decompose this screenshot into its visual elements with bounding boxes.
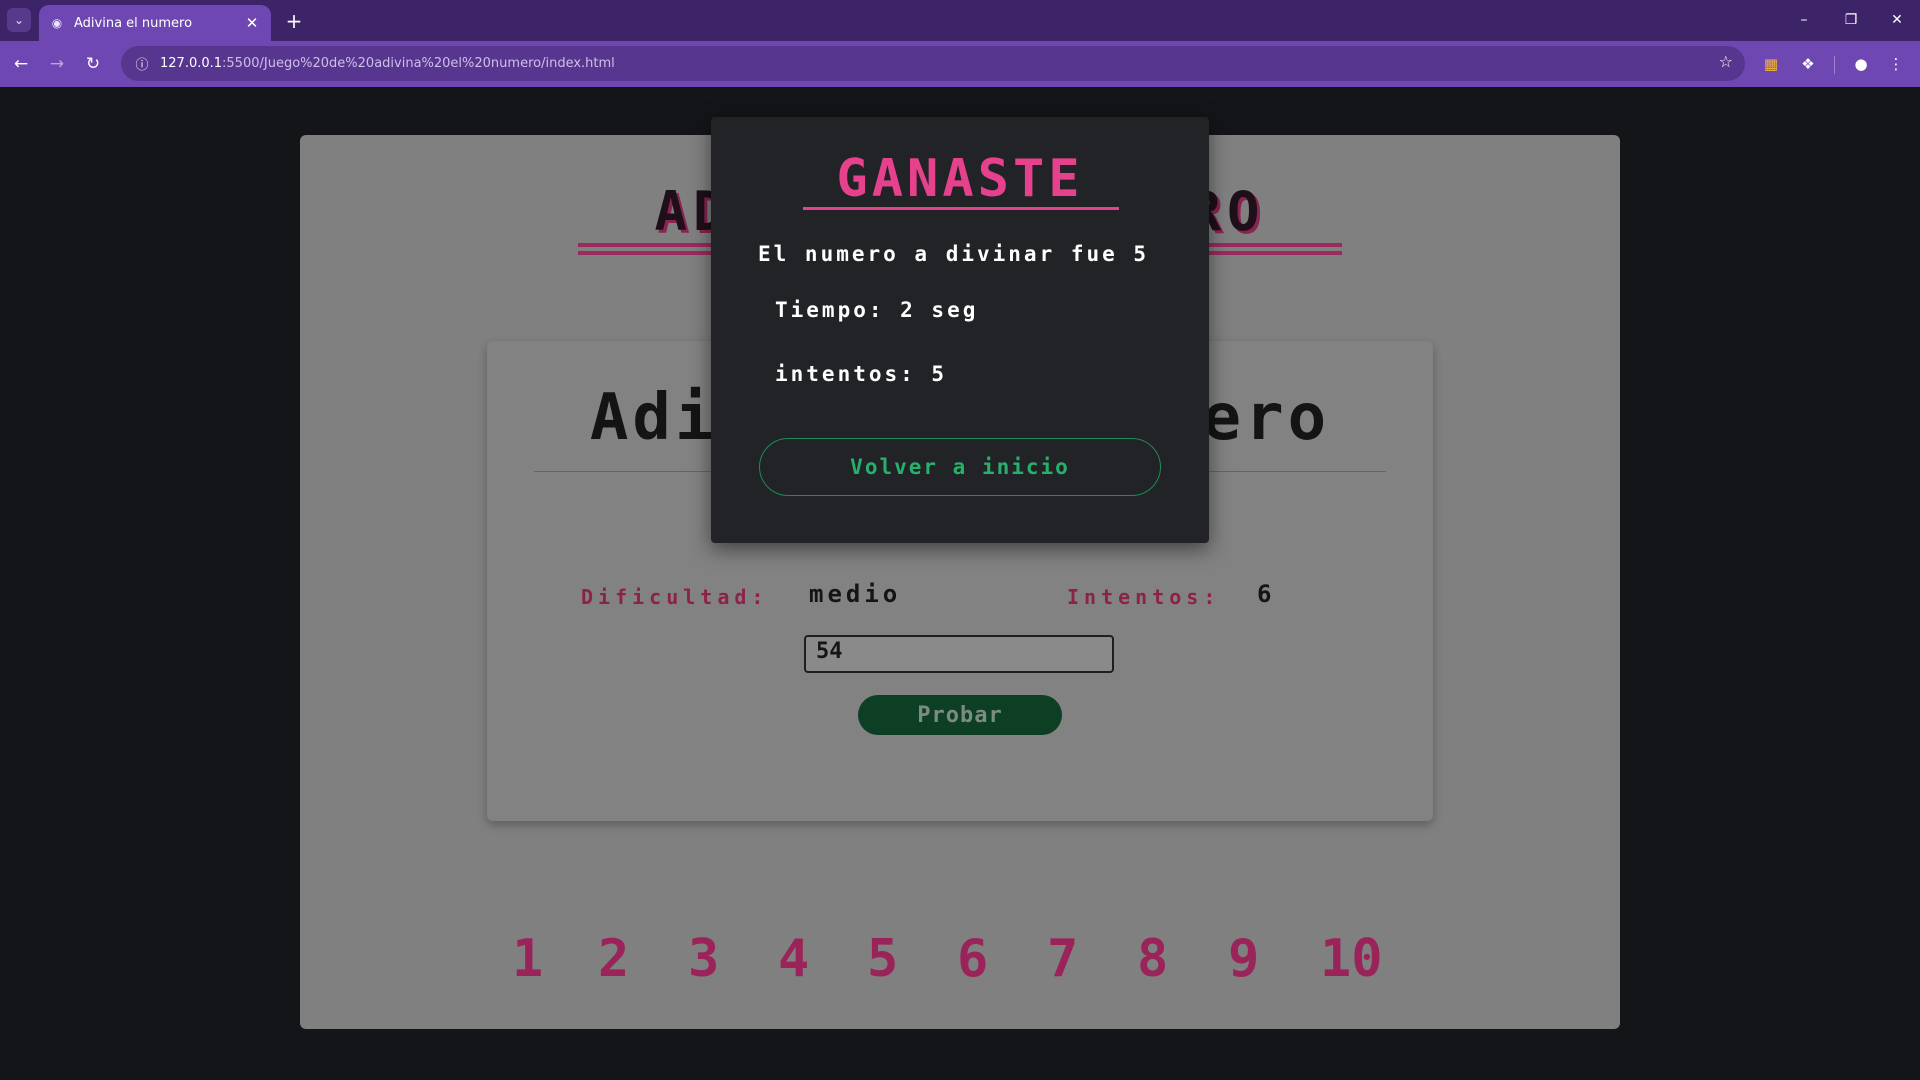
- number-4: 4: [778, 929, 810, 989]
- difficulty-value: medio: [809, 580, 902, 608]
- modal-title: GANASTE: [836, 149, 1084, 209]
- number-list: 1 2 3 4 5 6 7 8 9 10: [512, 929, 1412, 989]
- arrow-right-icon[interactable]: →: [43, 50, 71, 78]
- toolbar-divider: [1834, 56, 1835, 74]
- window-close-icon[interactable]: ✕: [1874, 6, 1920, 34]
- star-icon[interactable]: ☆: [1719, 52, 1733, 71]
- plus-icon[interactable]: +: [282, 9, 306, 33]
- kebab-menu-icon[interactable]: ⋮: [1884, 52, 1908, 76]
- number-9: 9: [1228, 929, 1260, 989]
- difficulty-label: Dificultad:: [581, 585, 769, 609]
- url-text: 127.0.0.1:5500/Juego%20de%20adivina%20el…: [160, 56, 615, 71]
- url-host: 127.0.0.1: [160, 56, 223, 71]
- attempts-text: intentos: 5: [775, 362, 948, 386]
- address-bar[interactable]: ⓘ 127.0.0.1:5500/Juego%20de%20adivina%20…: [121, 46, 1745, 81]
- secret-number-text: El numero a divinar fue 5: [758, 242, 1150, 266]
- attempts-value: 6: [1257, 580, 1276, 608]
- minimize-icon[interactable]: –: [1781, 6, 1827, 34]
- number-6: 6: [957, 929, 989, 989]
- tab-strip: ⌄ ◉ Adivina el numero ✕ + – ❐ ✕: [0, 0, 1920, 41]
- close-icon[interactable]: ✕: [243, 14, 261, 32]
- probar-button[interactable]: Probar: [858, 695, 1062, 735]
- number-8: 8: [1137, 929, 1169, 989]
- number-10: 10: [1320, 929, 1383, 989]
- arrow-left-icon[interactable]: ←: [7, 50, 35, 78]
- attempts-label: Intentos:: [1067, 585, 1221, 609]
- page-viewport: ADIERO Adivnero Dificultad: medio Intent…: [0, 87, 1920, 1080]
- number-5: 5: [867, 929, 899, 989]
- modal-title-underline: [803, 207, 1119, 210]
- tab-title: Adivina el numero: [74, 15, 193, 31]
- guess-input[interactable]: 54: [804, 635, 1114, 673]
- win-modal: GANASTE El numero a divinar fue 5 Tiempo…: [711, 117, 1209, 543]
- incognito-icon: ◉: [51, 16, 63, 30]
- browser-toolbar: ← → ↻ ⓘ 127.0.0.1:5500/Juego%20de%20adiv…: [0, 41, 1920, 87]
- back-to-start-button[interactable]: Volver a inicio: [759, 438, 1161, 496]
- info-icon[interactable]: ⓘ: [128, 54, 156, 73]
- url-path: :5500/Juego%20de%20adivina%20el%20numero…: [222, 56, 615, 71]
- time-text: Tiempo: 2 seg: [775, 298, 979, 322]
- restore-icon[interactable]: ❐: [1828, 6, 1874, 34]
- chevron-down-icon[interactable]: ⌄: [7, 8, 31, 32]
- number-3: 3: [688, 929, 720, 989]
- reload-icon[interactable]: ↻: [79, 50, 107, 78]
- number-2: 2: [598, 929, 630, 989]
- number-1: 1: [512, 929, 544, 989]
- profile-icon[interactable]: ●: [1849, 52, 1873, 76]
- tab-active[interactable]: ◉ Adivina el numero ✕: [39, 5, 271, 41]
- puzzle-icon[interactable]: ❖: [1796, 52, 1820, 76]
- extension-icon[interactable]: ▦: [1759, 52, 1783, 76]
- number-7: 7: [1047, 929, 1079, 989]
